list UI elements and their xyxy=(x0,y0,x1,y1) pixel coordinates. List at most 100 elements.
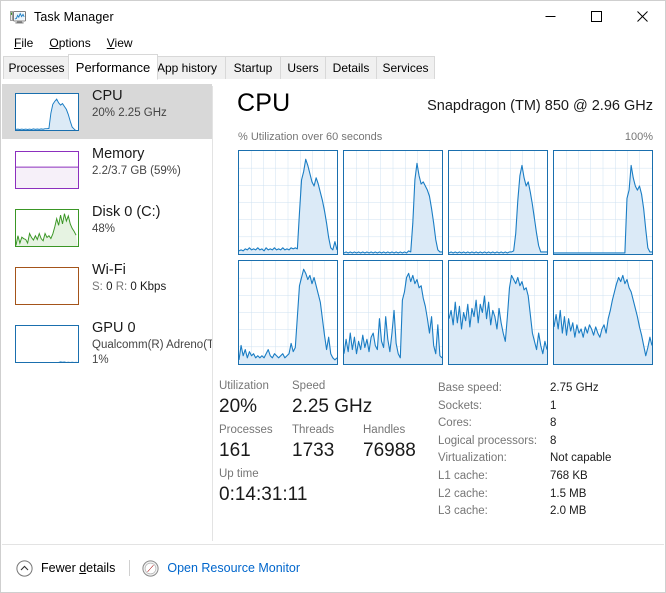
tab-startup[interactable]: Startup xyxy=(225,56,281,79)
tab-processes[interactable]: Processes xyxy=(3,56,70,79)
sidebar-item-disk-0-sub: 48% xyxy=(92,223,116,235)
menu-options[interactable]: Options xyxy=(42,34,97,52)
status-bar: Fewer details Open Resource Monitor xyxy=(2,544,664,591)
l3-cache-value: 2.0 MB xyxy=(550,505,587,518)
cpu-graph-5[interactable] xyxy=(343,260,443,365)
cpu-model-label: Snapdragon (TM) 850 @ 2.96 GHz xyxy=(427,98,653,114)
detail-row: Base speed: 2.75 GHz xyxy=(438,380,663,398)
fewer-details-accel: d xyxy=(79,561,87,575)
menu-view[interactable]: View xyxy=(100,34,140,52)
gpu-sidebar-text: GPU 0 Qualcomm(R) Adreno(T 1% xyxy=(92,319,212,368)
utilization-value: 20% xyxy=(219,396,258,417)
cores-label: Cores: xyxy=(438,417,472,430)
base-speed-label: Base speed: xyxy=(438,382,502,394)
sidebar-item-memory[interactable]: Memory 2.2/3.7 GB (59%) xyxy=(2,142,212,197)
l3-cache-label: L3 cache: xyxy=(438,505,488,518)
wifi-recv-value: 0 Kbps xyxy=(130,281,167,293)
menu-file[interactable]: File xyxy=(7,34,40,52)
detail-row: L2 cache: 1.5 MB xyxy=(438,486,663,504)
tab-details[interactable]: Details xyxy=(325,56,377,79)
detail-row: Cores: 8 xyxy=(438,415,663,433)
processes-value: 161 xyxy=(219,440,251,461)
resource-sidebar: CPU 20% 2.25 GHz Memory 2.2/3.7 GB (59%) xyxy=(2,80,212,546)
menu-bar: File Options View xyxy=(1,32,665,53)
minimize-button[interactable] xyxy=(527,1,573,32)
memory-sidebar-text: Memory 2.2/3.7 GB (59%) xyxy=(92,145,181,179)
fewer-details-button[interactable]: Fewer details xyxy=(16,559,116,577)
cpu-graph-1[interactable] xyxy=(343,150,443,255)
handles-value: 76988 xyxy=(363,440,416,461)
cpu-graph-2[interactable] xyxy=(448,150,548,255)
cores-value: 8 xyxy=(550,417,557,430)
sidebar-item-wifi-sub: S: 0 R: 0 Kbps xyxy=(92,280,166,295)
window-title: Task Manager xyxy=(34,9,114,24)
sidebar-item-gpu-0-title: GPU 0 xyxy=(92,320,136,336)
sidebar-item-wifi-title: Wi-Fi xyxy=(92,262,126,278)
logical-processor-graph-grid xyxy=(238,150,653,365)
graph-caption: % Utilization over 60 seconds xyxy=(238,131,383,143)
sidebar-item-memory-sub: 2.2/3.7 GB (59%) xyxy=(92,165,181,177)
tab-users[interactable]: Users xyxy=(280,56,326,79)
base-speed-value: 2.75 GHz xyxy=(550,382,599,394)
page-title: CPU xyxy=(237,89,291,117)
tab-app-history[interactable]: App history xyxy=(148,56,226,79)
memory-thumbnail-chart xyxy=(16,166,78,188)
virtualization-label: Virtualization: xyxy=(438,452,507,465)
sidebar-item-gpu-0[interactable]: GPU 0 Qualcomm(R) Adreno(T 1% xyxy=(2,316,212,380)
detail-row: L3 cache: 2.0 MB xyxy=(438,503,663,521)
sidebar-item-gpu-0-model: Qualcomm(R) Adreno(T xyxy=(92,339,212,351)
sidebar-item-wifi[interactable]: Wi-Fi S: 0 R: 0 Kbps xyxy=(2,258,212,313)
sidebar-item-disk-0[interactable]: Disk 0 (C:) 48% xyxy=(2,200,212,255)
sidebar-item-cpu[interactable]: CPU 20% 2.25 GHz xyxy=(2,84,212,139)
cpu-graph-3[interactable] xyxy=(553,150,653,255)
sidebar-item-cpu-title: CPU xyxy=(92,88,123,104)
stats-row-2: Processes 161 Threads 1733 Handles 76988 xyxy=(219,422,434,464)
cpu-graph-0[interactable] xyxy=(238,150,338,255)
threads-stat: Threads 1733 xyxy=(292,422,363,464)
task-manager-window: Task Manager File Options View Processes… xyxy=(0,0,666,593)
disk-thumbnail xyxy=(15,209,79,247)
tab-services[interactable]: Services xyxy=(376,56,435,79)
chevron-up-circle-icon xyxy=(16,559,33,577)
detail-row: Virtualization: Not capable xyxy=(438,450,663,468)
sidebar-item-cpu-sub: 20% 2.25 GHz xyxy=(92,107,167,119)
detail-row: L1 cache: 768 KB xyxy=(438,468,663,486)
title-bar: Task Manager xyxy=(1,1,665,32)
menu-options-rest: ptions xyxy=(58,35,91,50)
sockets-label: Sockets: xyxy=(438,399,483,412)
disk-sidebar-text: Disk 0 (C:) 48% xyxy=(92,203,160,237)
speed-value: 2.25 GHz xyxy=(292,396,373,417)
cpu-sidebar-text: CPU 20% 2.25 GHz xyxy=(92,87,167,121)
cpu-graph-4[interactable] xyxy=(238,260,338,365)
tab-performance[interactable]: Performance xyxy=(68,54,158,80)
speed-stat: Speed 2.25 GHz xyxy=(292,378,372,420)
cpu-details-list: Base speed: 2.75 GHz Sockets: 1 Cores: 8… xyxy=(438,380,663,521)
processes-label: Processes xyxy=(219,424,273,436)
l1-cache-value: 768 KB xyxy=(550,469,588,482)
open-resource-monitor-link[interactable]: Open Resource Monitor xyxy=(142,559,300,577)
sidebar-item-memory-title: Memory xyxy=(92,146,145,162)
wifi-thumbnail-chart xyxy=(16,268,78,305)
close-button[interactable] xyxy=(619,1,665,32)
logical-processors-label: Logical processors: xyxy=(438,434,538,447)
cpu-graph-7[interactable] xyxy=(553,260,653,365)
l2-cache-label: L2 cache: xyxy=(438,487,488,500)
maximize-button[interactable] xyxy=(573,1,619,32)
uptime-label: Up time xyxy=(219,468,259,480)
graph-max-label: 100% xyxy=(624,131,653,143)
sidebar-item-disk-0-title: Disk 0 (C:) xyxy=(92,204,161,220)
gpu-thumbnail-chart xyxy=(58,361,78,362)
wifi-recv-label: R: xyxy=(115,281,128,293)
utilization-label: Utilization xyxy=(219,380,269,392)
cpu-graph-6[interactable] xyxy=(448,260,548,365)
uptime-value: 0:14:31:11 xyxy=(219,484,308,505)
resource-monitor-icon xyxy=(142,559,159,577)
window-controls xyxy=(527,1,665,32)
task-manager-icon xyxy=(10,9,26,25)
stats-row-3: Up time 0:14:31:11 xyxy=(219,466,434,508)
cpu-thumbnail xyxy=(15,93,79,131)
virtualization-value: Not capable xyxy=(550,452,612,465)
wifi-thumbnail xyxy=(15,267,79,305)
processes-stat: Processes 161 xyxy=(219,422,292,464)
fewer-details-label: Fewer details xyxy=(41,561,116,575)
